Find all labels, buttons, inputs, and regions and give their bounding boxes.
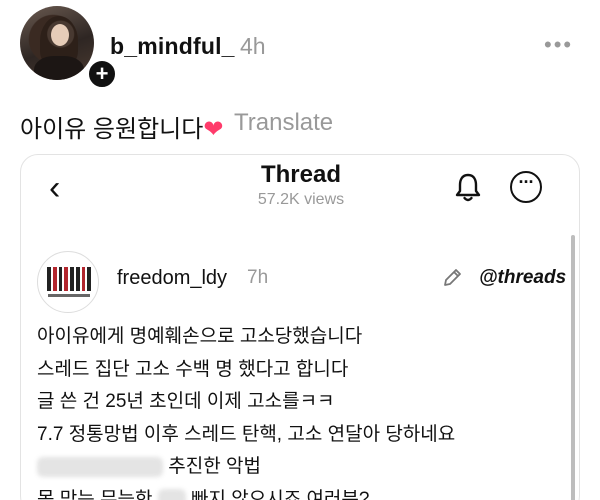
inner-post-body: 아이유에게 명예훼손으로 고소당했습니다 스레드 집단 고소 수백 명 했다고 … [37, 321, 455, 500]
author-avatar[interactable]: + [20, 6, 118, 90]
redacted-block [157, 489, 186, 500]
body-line-5-text: 추진한 악법 [168, 456, 261, 477]
inner-username: freedom_ldy [117, 267, 228, 289]
thread-views: 57.2K views [257, 191, 345, 208]
avatar-photo [20, 6, 94, 80]
avatar-body [34, 56, 84, 80]
body-line-6-text: 못 막는 무능한 [37, 488, 153, 500]
body-line-2: 스레드 집단 고소 수백 명 했다고 합니다 [37, 358, 349, 380]
embedded-screenshot-card[interactable]: ‹ Thread 57.2K views ··· freedom_ldy 7h … [20, 154, 580, 500]
caption-text: 아이유 응원합니다 [20, 116, 204, 143]
heart-emoji: ❤ [203, 116, 224, 143]
bell-icon [455, 173, 481, 202]
pencil-icon [444, 269, 461, 286]
inner-time: 7h [247, 267, 269, 288]
inner-avatar-logo [37, 251, 99, 313]
body-line-6: 못 막는 무능한 빠지 않으시죠 여러분? [37, 484, 455, 500]
body-line-4: 7.7 정통망법 이후 스레드 탄핵, 고소 연달아 당하네요 [37, 423, 456, 445]
body-line-3: 글 쓴 건 25년 초인데 이제 고소를ㅋㅋ [37, 391, 335, 412]
more-circle-icon: ··· [510, 171, 542, 203]
redacted-block [37, 456, 163, 477]
threads-logo: @threads [479, 267, 567, 288]
scrollbar [571, 235, 575, 500]
post-time: 4h [240, 33, 266, 59]
body-line-1: 아이유에게 명예훼손으로 고소당했습니다 [37, 326, 363, 347]
follow-plus-icon[interactable]: + [86, 58, 118, 90]
body-line-5: 추진한 악법 [37, 451, 455, 484]
thread-title: Thread [260, 161, 341, 188]
post-caption: 아이유 응원합니다❤ [20, 109, 223, 144]
avatar-face [51, 24, 69, 46]
translate-link[interactable]: Translate [234, 109, 333, 137]
more-horizontal-icon[interactable]: ••• [544, 32, 573, 58]
post-username[interactable]: b_mindful_ [110, 33, 235, 60]
body-line-6-tail: 빠지 않으시죠 여러분? [191, 488, 370, 500]
